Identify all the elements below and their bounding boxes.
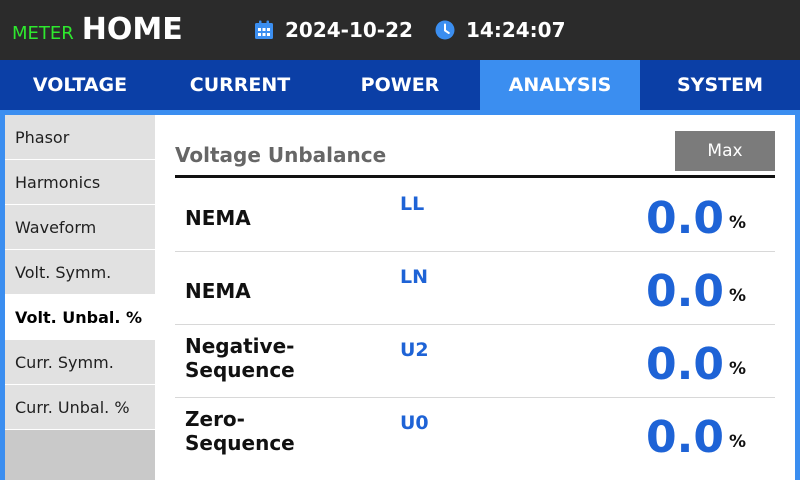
row-unit: % (729, 359, 747, 379)
tab-analysis[interactable]: ANALYSIS (480, 60, 640, 110)
sidebar-item-harmonics[interactable]: Harmonics (5, 160, 155, 205)
header-bar: METER HOME 2024-10-22 14:24:07 (0, 0, 800, 60)
brand-sub-label: METER (12, 23, 74, 44)
row-code: U0 (400, 412, 429, 434)
sidebar-item-waveform[interactable]: Waveform (5, 205, 155, 250)
row-unit: % (729, 213, 747, 233)
brand-main-label: HOME (81, 12, 183, 47)
sidebar-item-volt-unbal[interactable]: Volt. Unbal. % (5, 295, 155, 340)
tab-power[interactable]: POWER (320, 60, 480, 110)
sidebar-item-curr-unbal[interactable]: Curr. Unbal. % (5, 385, 155, 430)
table-row: Negative- Sequence U2 0.0 % (175, 325, 775, 398)
row-value: 0.0 (646, 412, 724, 463)
calendar-icon (254, 20, 274, 40)
clock-icon (435, 20, 455, 40)
row-label: Negative- Sequence (185, 334, 295, 382)
row-value: 0.0 (646, 266, 724, 317)
sidebar-item-phasor[interactable]: Phasor (5, 115, 155, 160)
sidebar-item-curr-symm[interactable]: Curr. Symm. (5, 340, 155, 385)
date-text: 2024-10-22 (285, 18, 413, 42)
app-title: METER HOME (12, 12, 183, 48)
row-code: U2 (400, 339, 429, 361)
main-panel: Voltage Unbalance Max NEMA LL 0.0 % NEMA… (155, 115, 795, 480)
sidebar: Phasor Harmonics Waveform Volt. Symm. Vo… (5, 115, 155, 480)
main-tab-bar: VOLTAGE CURRENT POWER ANALYSIS SYSTEM (0, 60, 800, 110)
table-row: NEMA LN 0.0 % (175, 252, 775, 325)
date-display: 2024-10-22 (254, 16, 413, 44)
row-value: 0.0 (646, 193, 724, 244)
table-row: Zero- Sequence U0 0.0 % (175, 398, 775, 471)
page-title: Voltage Unbalance (175, 143, 387, 167)
row-label: NEMA (185, 206, 251, 230)
row-value: 0.0 (646, 339, 724, 390)
table-row: NEMA LL 0.0 % (175, 179, 775, 252)
tab-system[interactable]: SYSTEM (640, 60, 800, 110)
row-label: Zero- Sequence (185, 407, 295, 455)
row-unit: % (729, 432, 747, 452)
tab-current[interactable]: CURRENT (160, 60, 320, 110)
row-unit: % (729, 286, 747, 306)
time-display: 14:24:07 (435, 16, 566, 44)
title-divider (175, 175, 775, 178)
row-code: LN (400, 266, 429, 288)
row-label: NEMA (185, 279, 251, 303)
row-code: LL (400, 193, 425, 215)
tab-voltage[interactable]: VOLTAGE (0, 60, 160, 110)
sidebar-item-volt-symm[interactable]: Volt. Symm. (5, 250, 155, 295)
max-button[interactable]: Max (675, 131, 775, 171)
time-text: 14:24:07 (466, 18, 566, 42)
content-frame: Phasor Harmonics Waveform Volt. Symm. Vo… (0, 110, 800, 480)
